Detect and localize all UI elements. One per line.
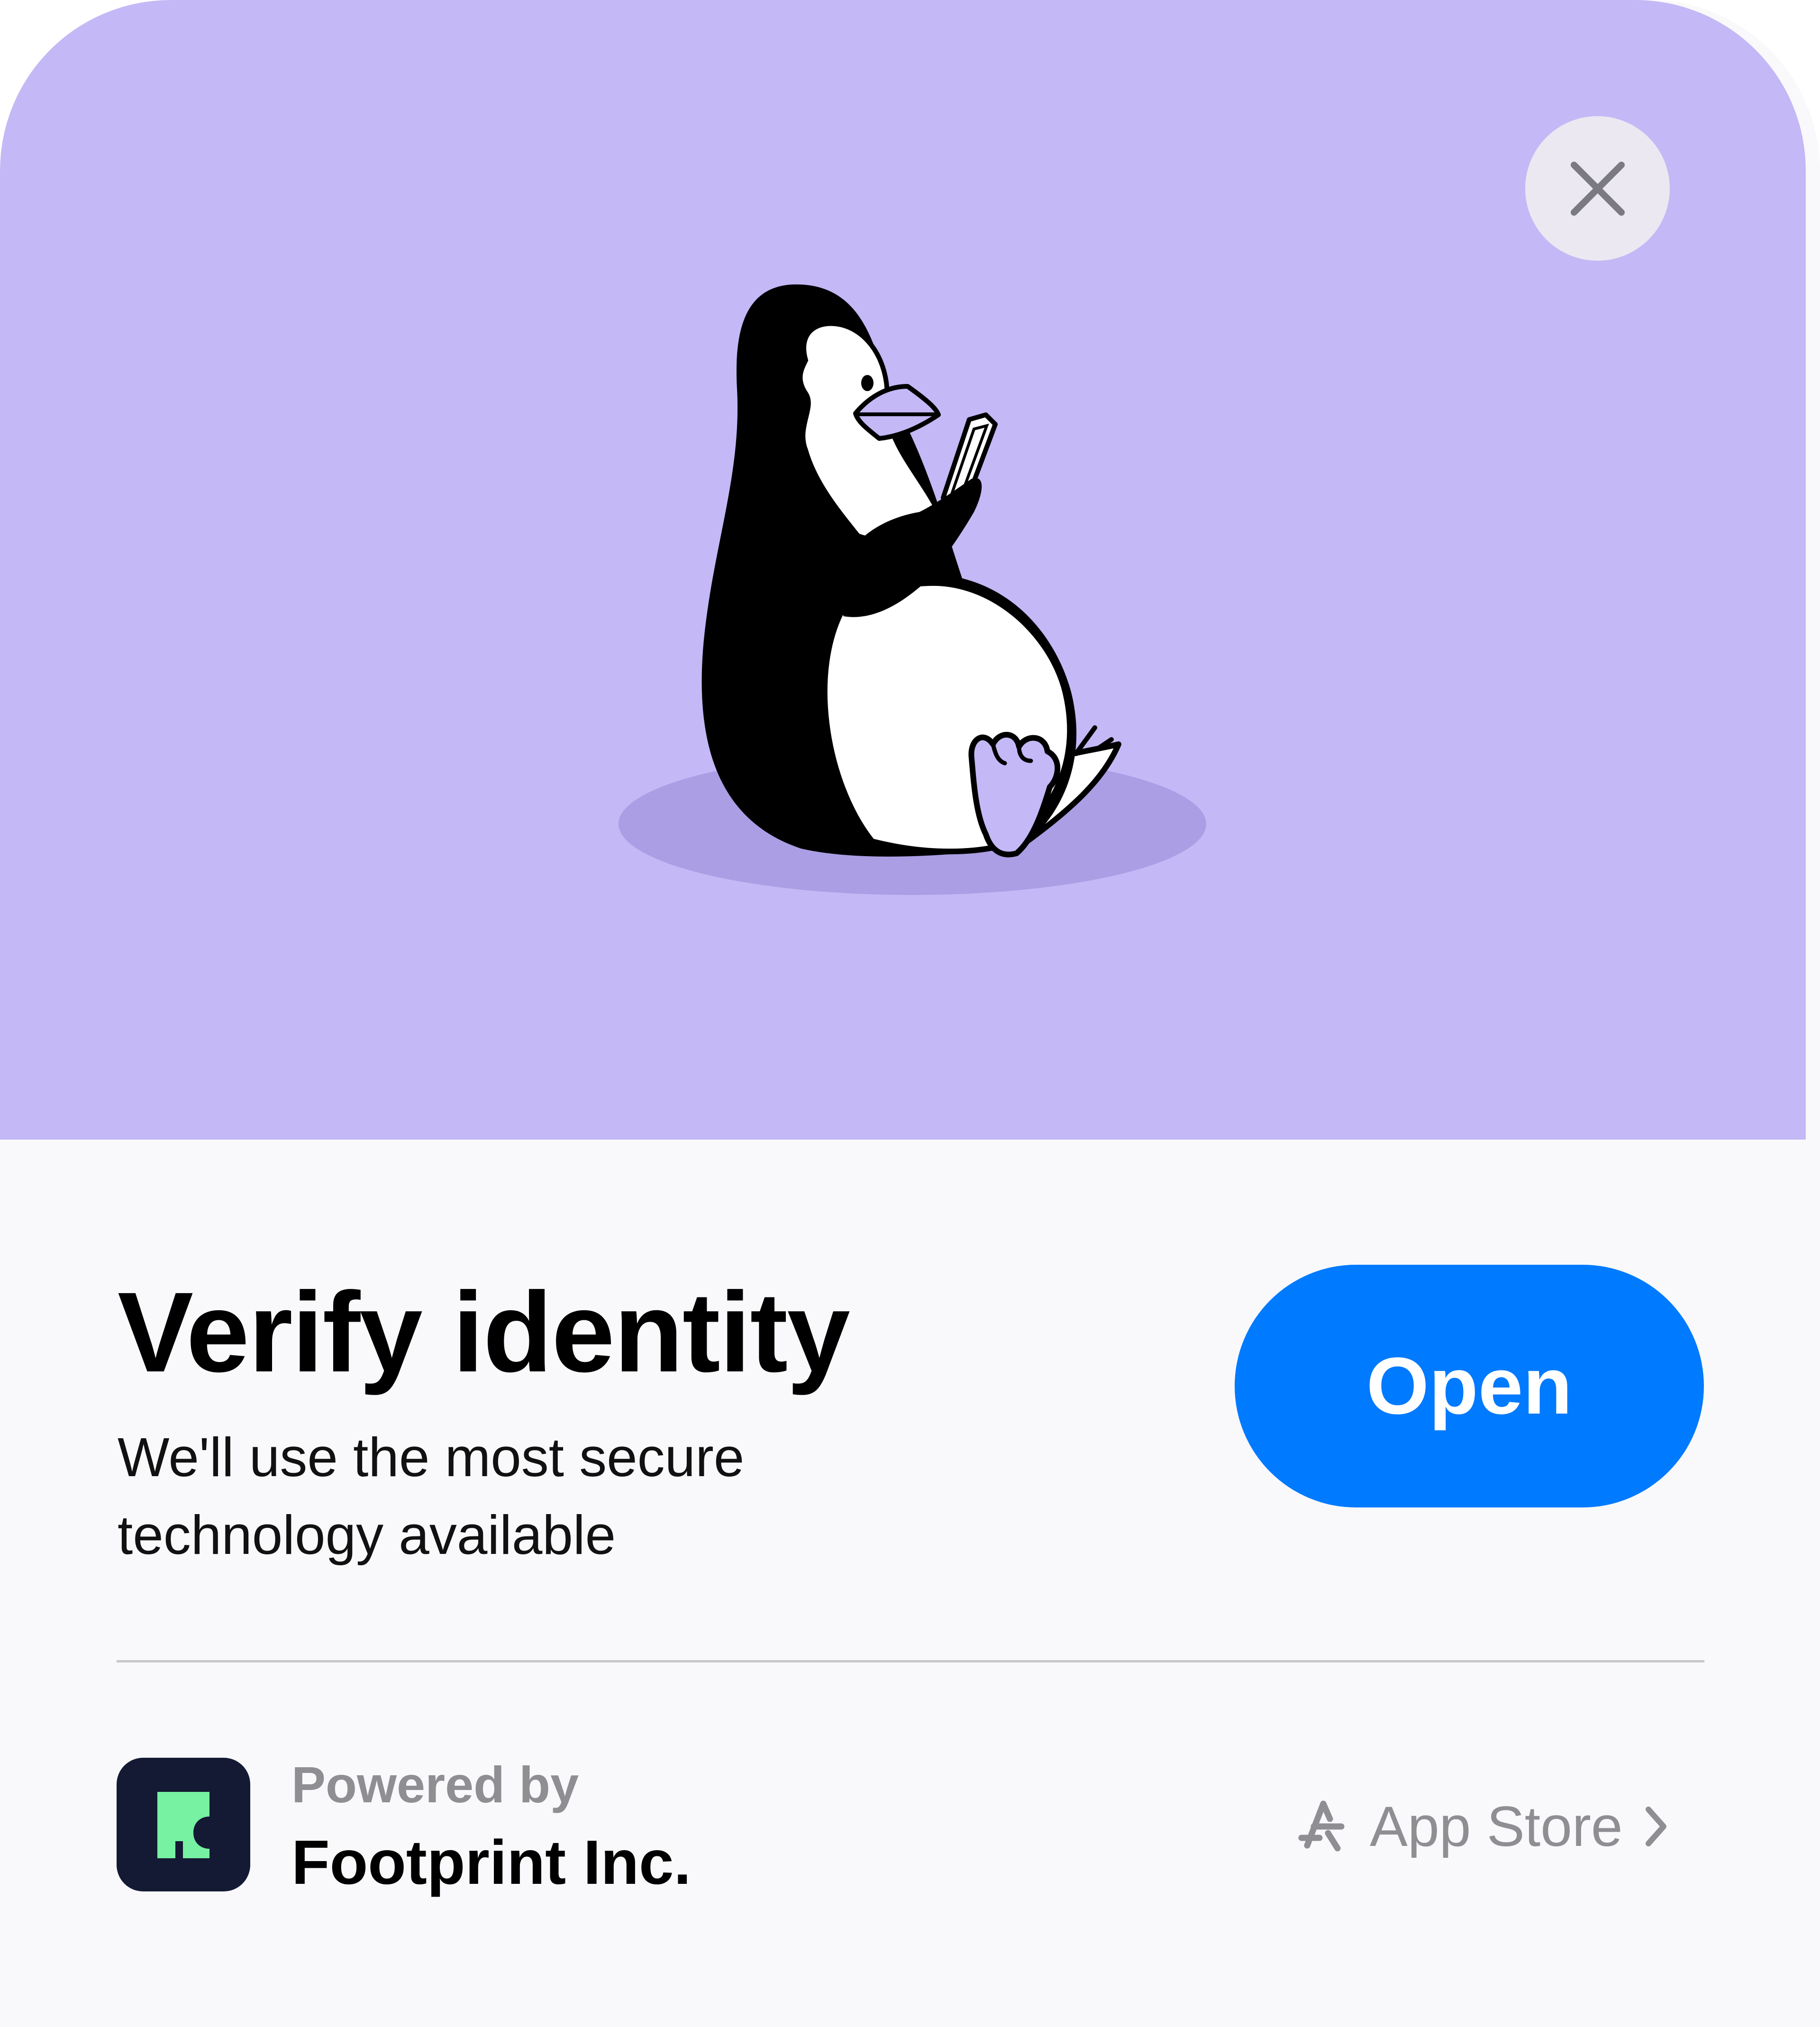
card-title: Verify identity: [118, 1269, 850, 1396]
hero-illustration-panel: [0, 0, 1806, 1140]
app-store-label: App Store: [1370, 1795, 1623, 1858]
company-name: Footprint Inc.: [291, 1827, 692, 1897]
chevron-right-icon: [1645, 1807, 1666, 1846]
footprint-logo: [117, 1758, 250, 1891]
app-store-icon: [1298, 1800, 1345, 1852]
divider: [117, 1660, 1704, 1662]
close-icon: [1570, 161, 1625, 216]
open-button[interactable]: Open: [1235, 1265, 1704, 1507]
card-subtitle: We'll use the most secure technology ava…: [118, 1426, 745, 1566]
powered-by-label: Powered by: [291, 1756, 579, 1813]
app-clip-card: Verify identity We'll use the most secur…: [0, 0, 1820, 2027]
close-button[interactable]: [1525, 116, 1670, 261]
app-store-link[interactable]: App Store: [1294, 1791, 1670, 1862]
